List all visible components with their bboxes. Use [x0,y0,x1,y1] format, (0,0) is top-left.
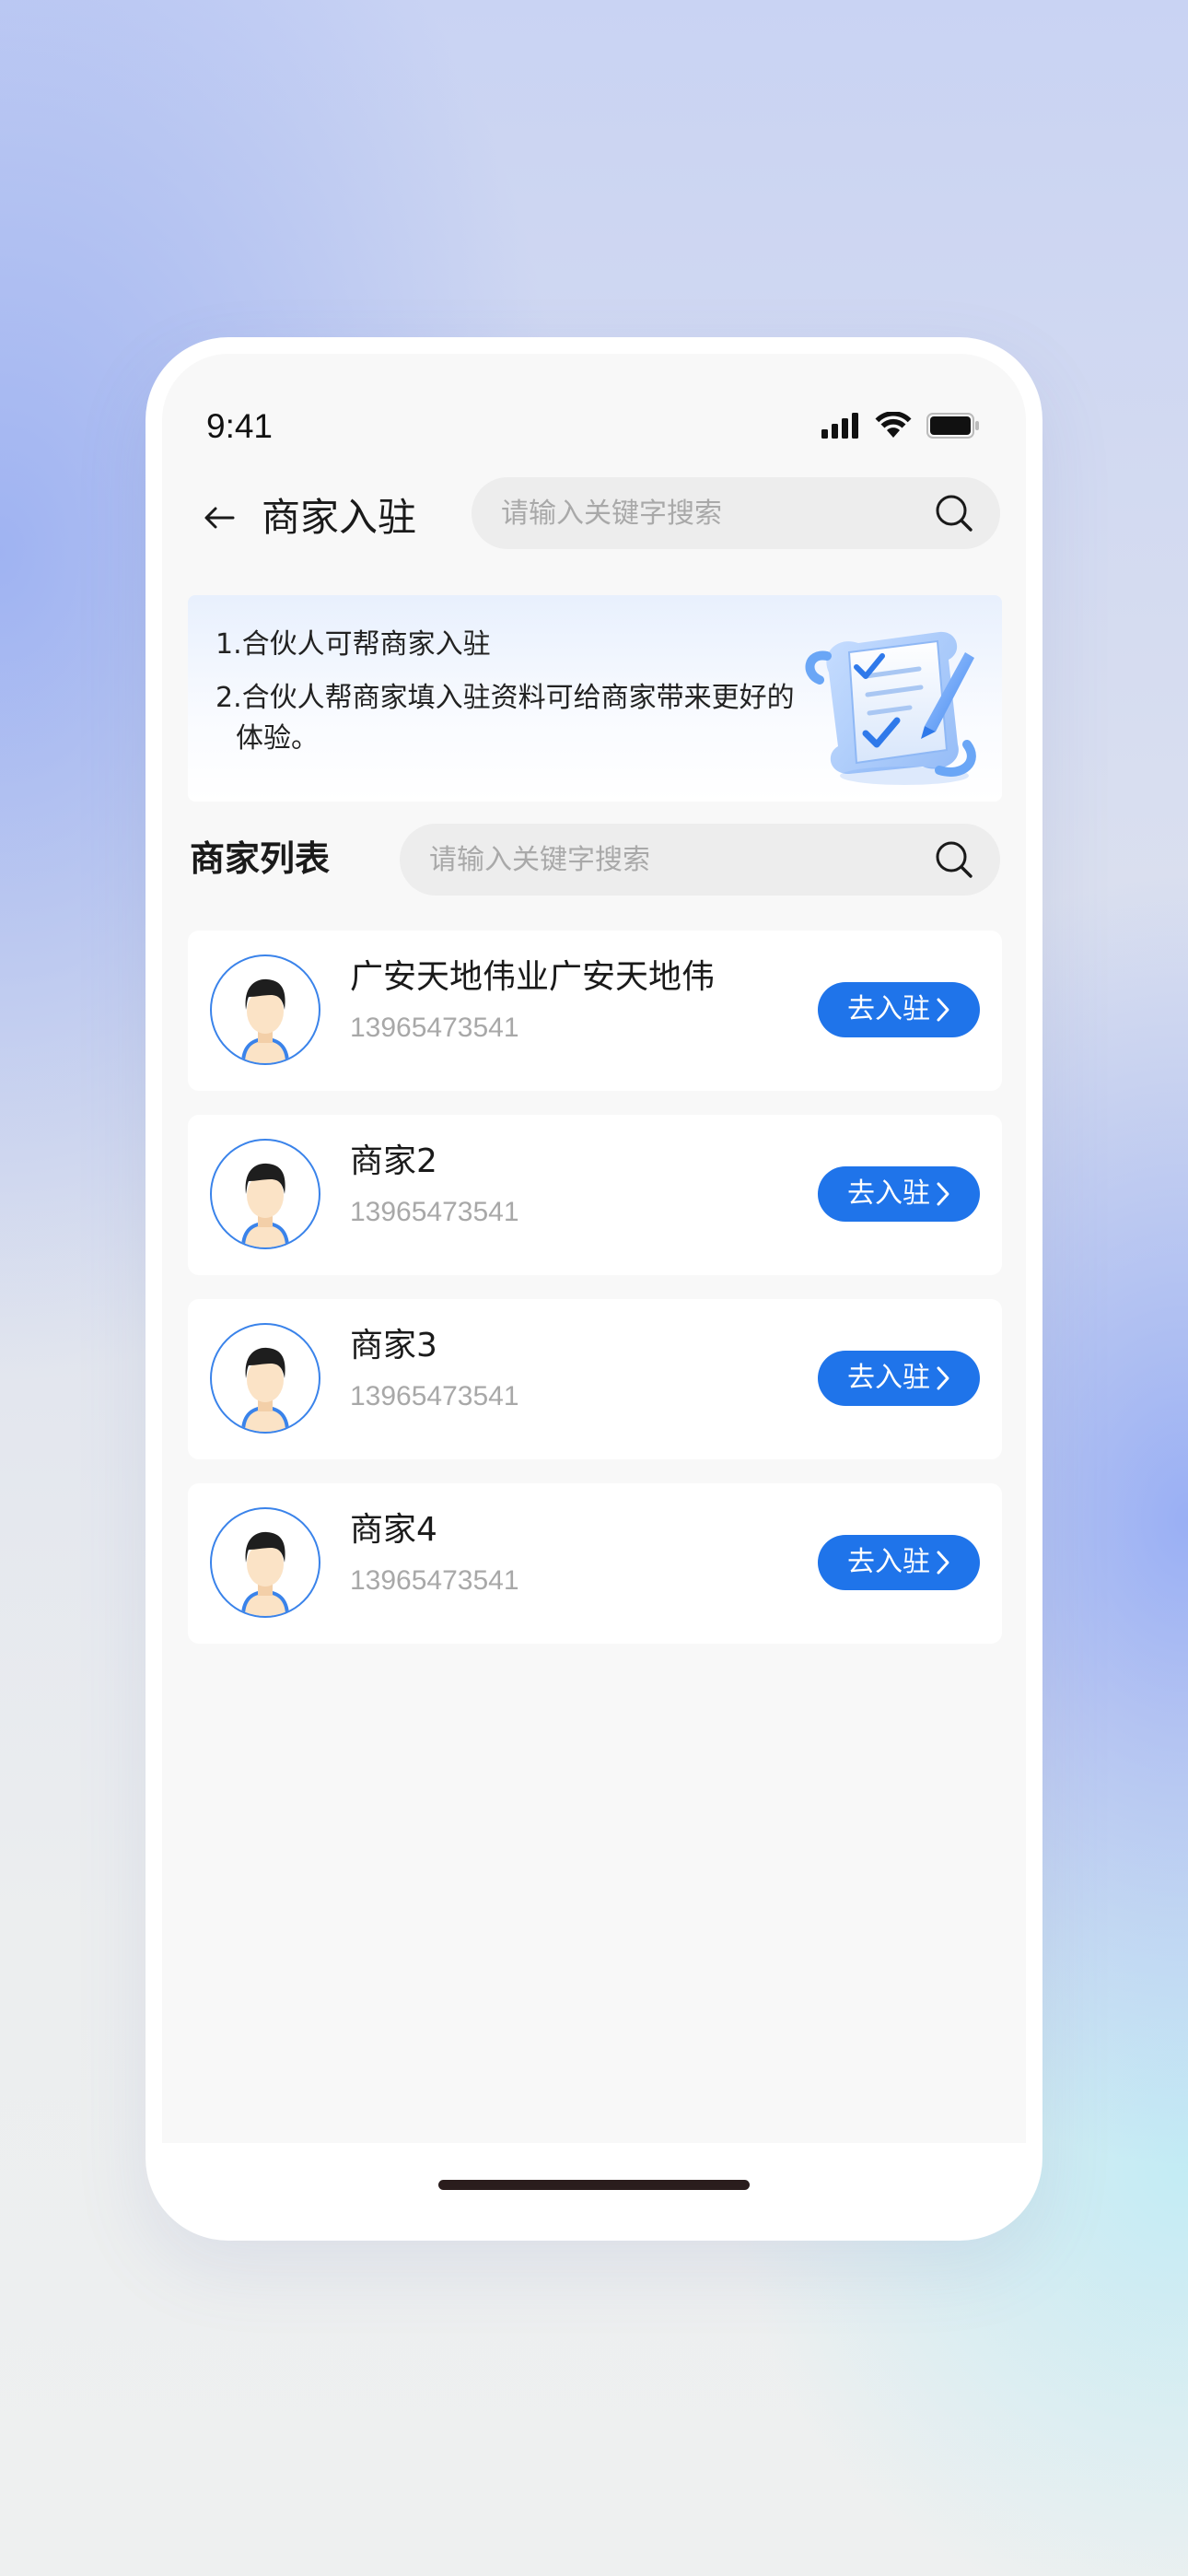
merchant-phone: 13965473541 [350,1013,519,1043]
header-search-input[interactable] [499,496,934,531]
join-button-label: 去入驻 [847,993,930,1025]
info-line-2-number: 2. [215,682,242,714]
page-title: 商家入驻 [262,495,417,540]
header-search-field[interactable] [472,477,1000,549]
status-time: 9:41 [206,407,274,445]
join-button[interactable]: 去入驻 [818,982,980,1037]
merchant-name: 商家2 [350,1142,437,1180]
merchant-phone: 13965473541 [350,1565,519,1596]
back-button[interactable] [190,488,249,547]
merchant-name: 商家3 [350,1327,437,1364]
merchant-phone: 13965473541 [350,1381,519,1411]
home-indicator[interactable] [438,2180,750,2190]
merchant-name: 商家4 [350,1511,437,1549]
join-button-label: 去入驻 [847,1177,930,1210]
avatar [210,954,320,1065]
chevron-right-icon [937,1366,949,1390]
status-icons [821,409,980,442]
info-card: 1.合伙人可帮商家入驻 2.合伙人帮商家填入驻资料可给商家带来更好的体验。 [188,595,1002,802]
back-arrow-icon [204,507,235,529]
phone-frame: 9:41 商家入驻 请输入关键字搜索 1.合伙人可帮商家入驻 2.合伙人帮商家填… [146,337,1042,2241]
join-button[interactable]: 去入驻 [818,1351,980,1406]
search-icon[interactable] [934,839,974,880]
wifi-icon [875,412,912,438]
info-line-2: 2.合伙人帮商家填入驻资料可给商家带来更好的体验。 [215,678,807,759]
join-button-label: 去入驻 [847,1362,930,1394]
person-icon [241,978,289,1063]
join-button-label: 去入驻 [847,1546,930,1578]
list-search-input[interactable] [427,842,934,877]
join-button[interactable]: 去入驻 [818,1166,980,1222]
person-icon [241,1531,289,1616]
merchant-card[interactable]: 商家3 13965473541 去入驻 [188,1299,1002,1459]
merchant-card[interactable]: 商家2 13965473541 去入驻 [188,1115,1002,1275]
search-icon[interactable] [934,493,974,533]
signal-icon [821,413,858,439]
list-search-field[interactable] [400,824,1000,896]
chevron-right-icon [937,998,949,1022]
app-screen: 9:41 商家入驻 请输入关键字搜索 1.合伙人可帮商家入驻 2.合伙人帮商家填… [162,354,1026,2160]
battery-icon [926,413,979,439]
merchant-list-title: 商家列表 [190,838,331,879]
info-line-2-text: 合伙人帮商家填入驻资料可给商家带来更好的体验。 [236,682,795,755]
chevron-right-icon [937,1551,949,1575]
merchant-card[interactable]: 广安天地伟业广安天地伟 13965473541 去入驻 [188,931,1002,1091]
chevron-right-icon [937,1182,949,1206]
avatar [210,1507,320,1618]
person-icon [241,1347,289,1432]
avatar [210,1323,320,1434]
document-check-illustration-icon [805,631,976,785]
join-button[interactable]: 去入驻 [818,1535,980,1590]
avatar [210,1139,320,1249]
merchant-name: 广安天地伟业广安天地伟 [350,958,716,996]
merchant-card[interactable]: 商家4 13965473541 去入驻 [188,1483,1002,1644]
person-icon [241,1163,289,1247]
merchant-phone: 13965473541 [350,1197,519,1227]
info-line-1: 1.合伙人可帮商家入驻 [215,628,491,661]
